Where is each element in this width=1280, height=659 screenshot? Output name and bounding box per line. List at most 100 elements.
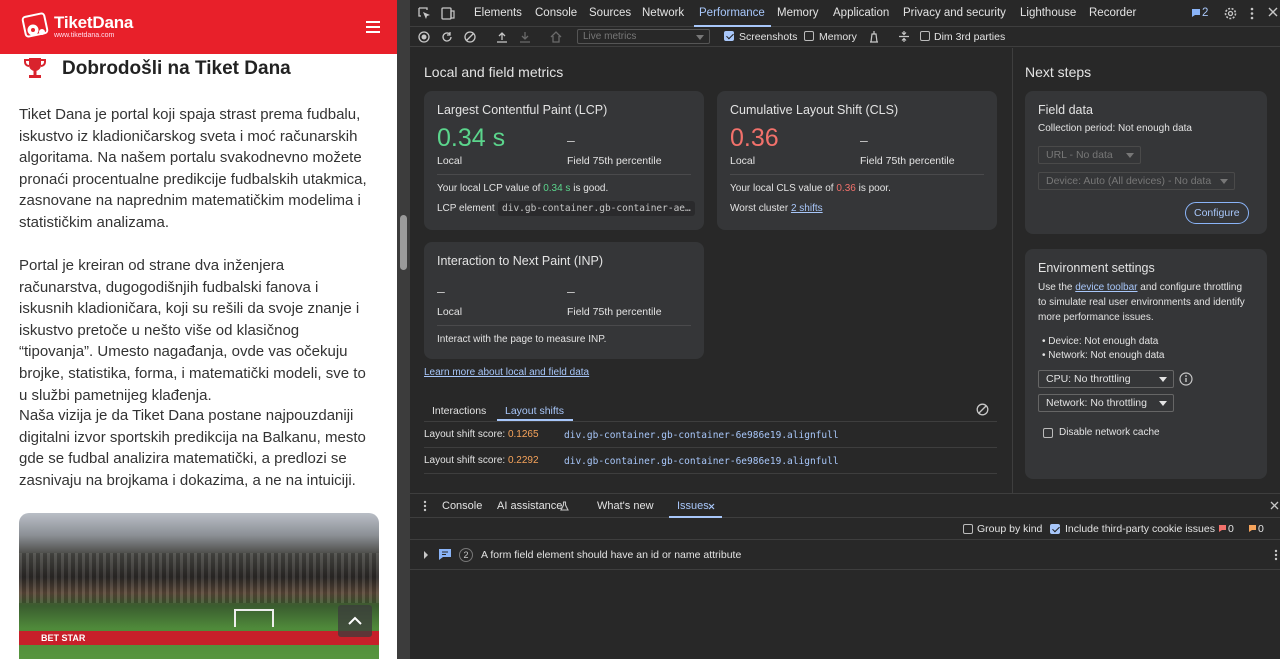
cls-local-label: Local <box>730 155 756 167</box>
scrollbar-thumb[interactable] <box>400 215 407 270</box>
ticket-logo-icon <box>20 12 52 42</box>
more-options-icon[interactable] <box>1250 7 1254 20</box>
disable-cache-label: Disable network cache <box>1059 427 1160 438</box>
clear-list-icon[interactable] <box>976 403 989 416</box>
issue-text: A form field element should have an id o… <box>481 549 742 561</box>
include-third-party-checkbox[interactable] <box>1050 524 1060 534</box>
memory-checkbox[interactable] <box>804 31 814 41</box>
env-desc-line1: Use the device toolbar and configure thr… <box>1038 282 1243 293</box>
hamburger-menu-icon[interactable] <box>366 21 380 33</box>
cls-field-label: Field 75th percentile <box>860 155 955 167</box>
learn-more-link[interactable]: Learn more about local and field data <box>424 367 589 378</box>
tab-console[interactable]: Console <box>535 7 577 19</box>
cls-assessment: Your local CLS value of 0.36 is poor. <box>730 183 891 194</box>
network-throttling-select[interactable]: Network: No throttling <box>1038 394 1174 412</box>
worst-cluster-link[interactable]: 2 shifts <box>791 203 823 214</box>
group-by-kind-checkbox[interactable] <box>963 524 973 534</box>
intro-paragraph-2: Portal je kreiran od strane dva inženjer… <box>19 257 366 404</box>
env-device: • Device: Not enough data <box>1042 336 1159 347</box>
trophy-icon <box>24 58 46 78</box>
issue-more-icon[interactable] <box>1274 549 1278 561</box>
drawer-tab-issues[interactable]: Issues <box>677 500 709 512</box>
chevron-down-icon <box>1159 377 1167 382</box>
device-select[interactable]: Device: Auto (All devices) - No data <box>1038 172 1235 190</box>
tab-network[interactable]: Network <box>642 7 684 19</box>
upload-icon[interactable] <box>496 31 508 43</box>
devtools-tab-bar: Elements Console Sources Network Perform… <box>410 0 1280 27</box>
env-desc-line2: to simulate real user environments and i… <box>1038 297 1245 308</box>
error-issues-count: 0 <box>1228 523 1234 535</box>
inspect-element-icon[interactable] <box>418 7 431 20</box>
chevron-down-icon <box>1220 179 1228 184</box>
tab-recorder[interactable]: Recorder <box>1089 7 1136 19</box>
download-icon[interactable] <box>519 31 531 43</box>
subtab-interactions[interactable]: Interactions <box>432 405 486 417</box>
performance-toolbar: Live metrics Screenshots Memory Dim 3rd … <box>410 27 1280 47</box>
screenshots-checkbox[interactable] <box>724 31 734 41</box>
cls-field-value: – <box>860 132 868 148</box>
site-logo[interactable]: TiketDana www.tiketdana.com <box>20 12 133 42</box>
disable-cache-checkbox[interactable] <box>1043 428 1053 438</box>
local-field-heading: Local and field metrics <box>424 64 564 80</box>
env-desc-line3: more performance issues. <box>1038 312 1154 323</box>
tab-lighthouse[interactable]: Lighthouse <box>1020 7 1076 19</box>
close-drawer-icon[interactable] <box>1270 501 1279 510</box>
settings-gear-icon[interactable] <box>1224 7 1237 20</box>
lcp-assessment: Your local LCP value of 0.34 s is good. <box>437 183 609 194</box>
env-title: Environment settings <box>1038 261 1155 275</box>
viewport-scrollbar[interactable] <box>397 0 410 659</box>
issues-flag-icon[interactable] <box>1191 8 1201 18</box>
tab-memory[interactable]: Memory <box>777 7 819 19</box>
info-icon[interactable] <box>1179 372 1193 386</box>
lcp-element-node[interactable]: div.gb-container.gb-container-ae… <box>498 201 695 216</box>
drawer-tab-console[interactable]: Console <box>442 500 482 512</box>
url-select[interactable]: URL - No data <box>1038 146 1141 164</box>
layout-shift-row[interactable]: Layout shift score: 0.2292 <box>424 455 539 466</box>
garbage-collect-icon[interactable] <box>868 30 880 43</box>
cpu-throttling-select[interactable]: CPU: No throttling <box>1038 370 1174 388</box>
live-metrics-select[interactable]: Live metrics <box>577 29 710 44</box>
warning-issues-count: 0 <box>1258 523 1264 535</box>
inp-card: Interaction to Next Paint (INP) – – Loca… <box>424 242 704 359</box>
home-icon[interactable] <box>550 31 562 43</box>
lcp-local-label: Local <box>437 155 463 167</box>
error-issues-icon <box>1219 525 1226 532</box>
device-toolbar-link[interactable]: device toolbar <box>1075 282 1137 293</box>
issue-message-icon <box>439 549 451 560</box>
collection-period: Collection period: Not enough data <box>1038 123 1192 134</box>
tab-application[interactable]: Application <box>833 7 889 19</box>
layout-shift-element[interactable]: div.gb-container.gb-container-6e986e19.a… <box>564 456 839 467</box>
inp-field-value: – <box>567 283 575 299</box>
layout-shift-element[interactable]: div.gb-container.gb-container-6e986e19.a… <box>564 430 839 441</box>
clear-icon[interactable] <box>464 31 476 43</box>
expand-collapse-icon[interactable] <box>898 30 910 43</box>
issue-row[interactable]: 2 A form field element should have an id… <box>410 540 1280 570</box>
scroll-to-top-button[interactable] <box>338 605 372 637</box>
device-toolbar-icon[interactable] <box>441 7 455 20</box>
logo-url: www.tiketdana.com <box>54 32 115 39</box>
lcp-local-value: 0.34 s <box>437 124 506 152</box>
drawer-tab-ai-assistance[interactable]: AI assistance <box>497 500 562 512</box>
close-tab-icon[interactable] <box>708 503 715 510</box>
subtab-layout-shifts[interactable]: Layout shifts <box>505 405 564 417</box>
record-icon[interactable] <box>418 31 430 43</box>
environment-settings-card: Environment settings Use the device tool… <box>1025 249 1267 479</box>
chevron-down-icon <box>1159 401 1167 406</box>
configure-button[interactable]: Configure <box>1185 202 1249 224</box>
issues-count-badge[interactable]: 2 <box>1202 7 1208 19</box>
dim-3rd-parties-checkbox[interactable] <box>920 31 930 41</box>
tab-performance[interactable]: Performance <box>699 7 765 19</box>
tab-elements[interactable]: Elements <box>474 7 522 19</box>
chevron-down-icon <box>696 35 704 40</box>
reload-record-icon[interactable] <box>441 31 453 43</box>
layout-shift-row[interactable]: Layout shift score: 0.1265 <box>424 429 539 440</box>
devtools-panel: Elements Console Sources Network Perform… <box>410 0 1280 659</box>
flask-icon <box>560 501 569 511</box>
drawer-tab-whats-new[interactable]: What's new <box>597 500 654 512</box>
close-devtools-icon[interactable] <box>1268 7 1278 17</box>
tab-sources[interactable]: Sources <box>589 7 631 19</box>
drawer-menu-icon[interactable] <box>423 500 427 512</box>
expand-arrow-icon[interactable] <box>423 551 429 559</box>
tab-privacy-security[interactable]: Privacy and security <box>903 7 1006 19</box>
site-title-row: Dobrodošli na Tiket Dana <box>22 56 291 82</box>
